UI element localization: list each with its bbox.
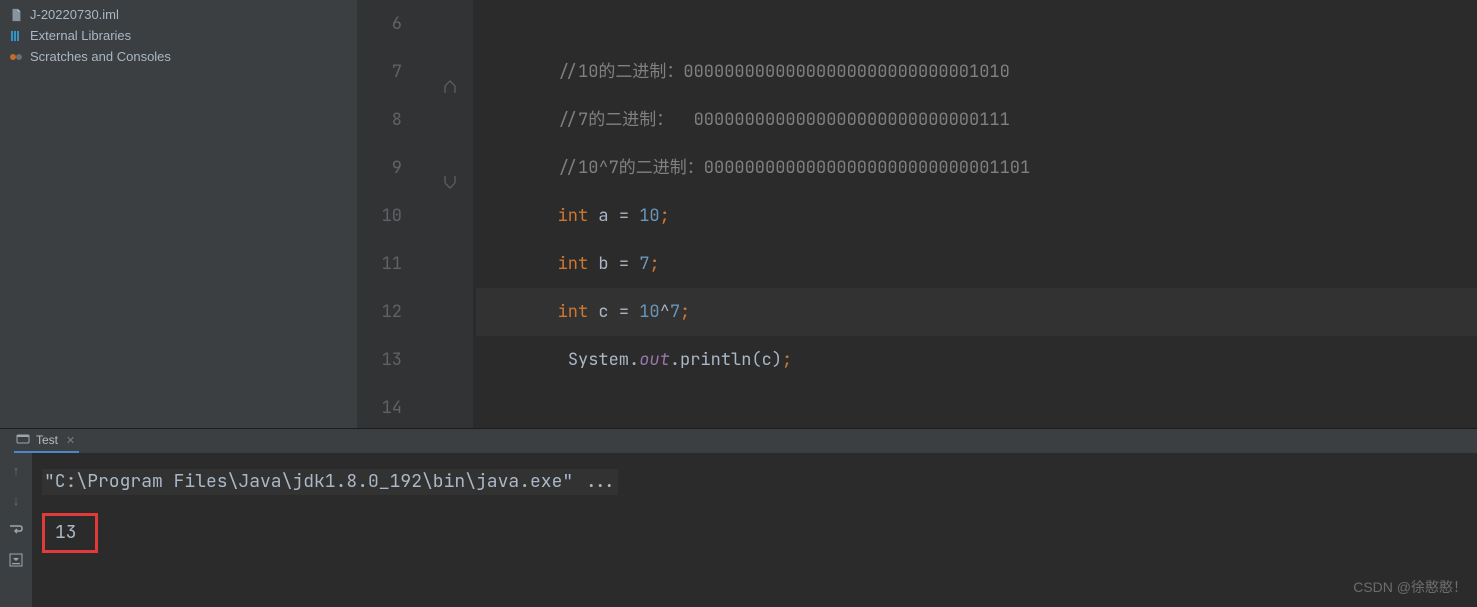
tree-item-label: Scratches and Consoles [30,49,171,64]
run-tab-label: Test [36,433,58,447]
console-command: "C:\Program Files\Java\jdk1.8.0_192\bin\… [42,469,618,495]
code-area[interactable]: //10的二进制：0000000000000000000000000000101… [473,0,1477,428]
scroll-to-end-icon[interactable] [7,551,25,569]
run-toolbar: ↑ ↓ [0,453,32,607]
run-tab-bar: Test ✕ [0,429,1477,453]
fold-end-icon[interactable] [443,160,457,174]
fold-start-icon[interactable] [443,65,457,79]
tree-item-label: J-20220730.iml [30,7,119,22]
library-icon [8,28,24,44]
up-arrow-icon[interactable]: ↑ [7,461,25,479]
tree-item-label: External Libraries [30,28,131,43]
soft-wrap-icon[interactable] [7,521,25,539]
console-result-highlighted: 13 [42,513,98,553]
file-icon [8,7,24,23]
tree-item-external-libraries[interactable]: External Libraries [0,25,357,46]
down-arrow-icon[interactable]: ↓ [7,491,25,509]
console-output[interactable]: "C:\Program Files\Java\jdk1.8.0_192\bin\… [32,453,1477,607]
tree-item-iml[interactable]: J-20220730.iml [0,4,357,25]
run-panel: Test ✕ ↑ ↓ "C:\Program Files\Java\jdk1.8… [0,428,1477,607]
run-tab[interactable]: Test ✕ [14,429,79,453]
run-config-icon [16,432,30,449]
tree-item-scratches[interactable]: Scratches and Consoles [0,46,357,67]
line-gutter: 6 7 8 9 10 11 12 13 14 [357,0,425,428]
code-editor[interactable]: 6 7 8 9 10 11 12 13 14 //10的二进制：00000000… [357,0,1477,428]
scratch-icon [8,49,24,65]
project-tree: J-20220730.iml External Libraries Scratc… [0,0,357,428]
watermark: CSDN @徐憨憨！ [1353,577,1467,597]
close-icon[interactable]: ✕ [66,434,75,447]
fold-column [425,0,473,428]
